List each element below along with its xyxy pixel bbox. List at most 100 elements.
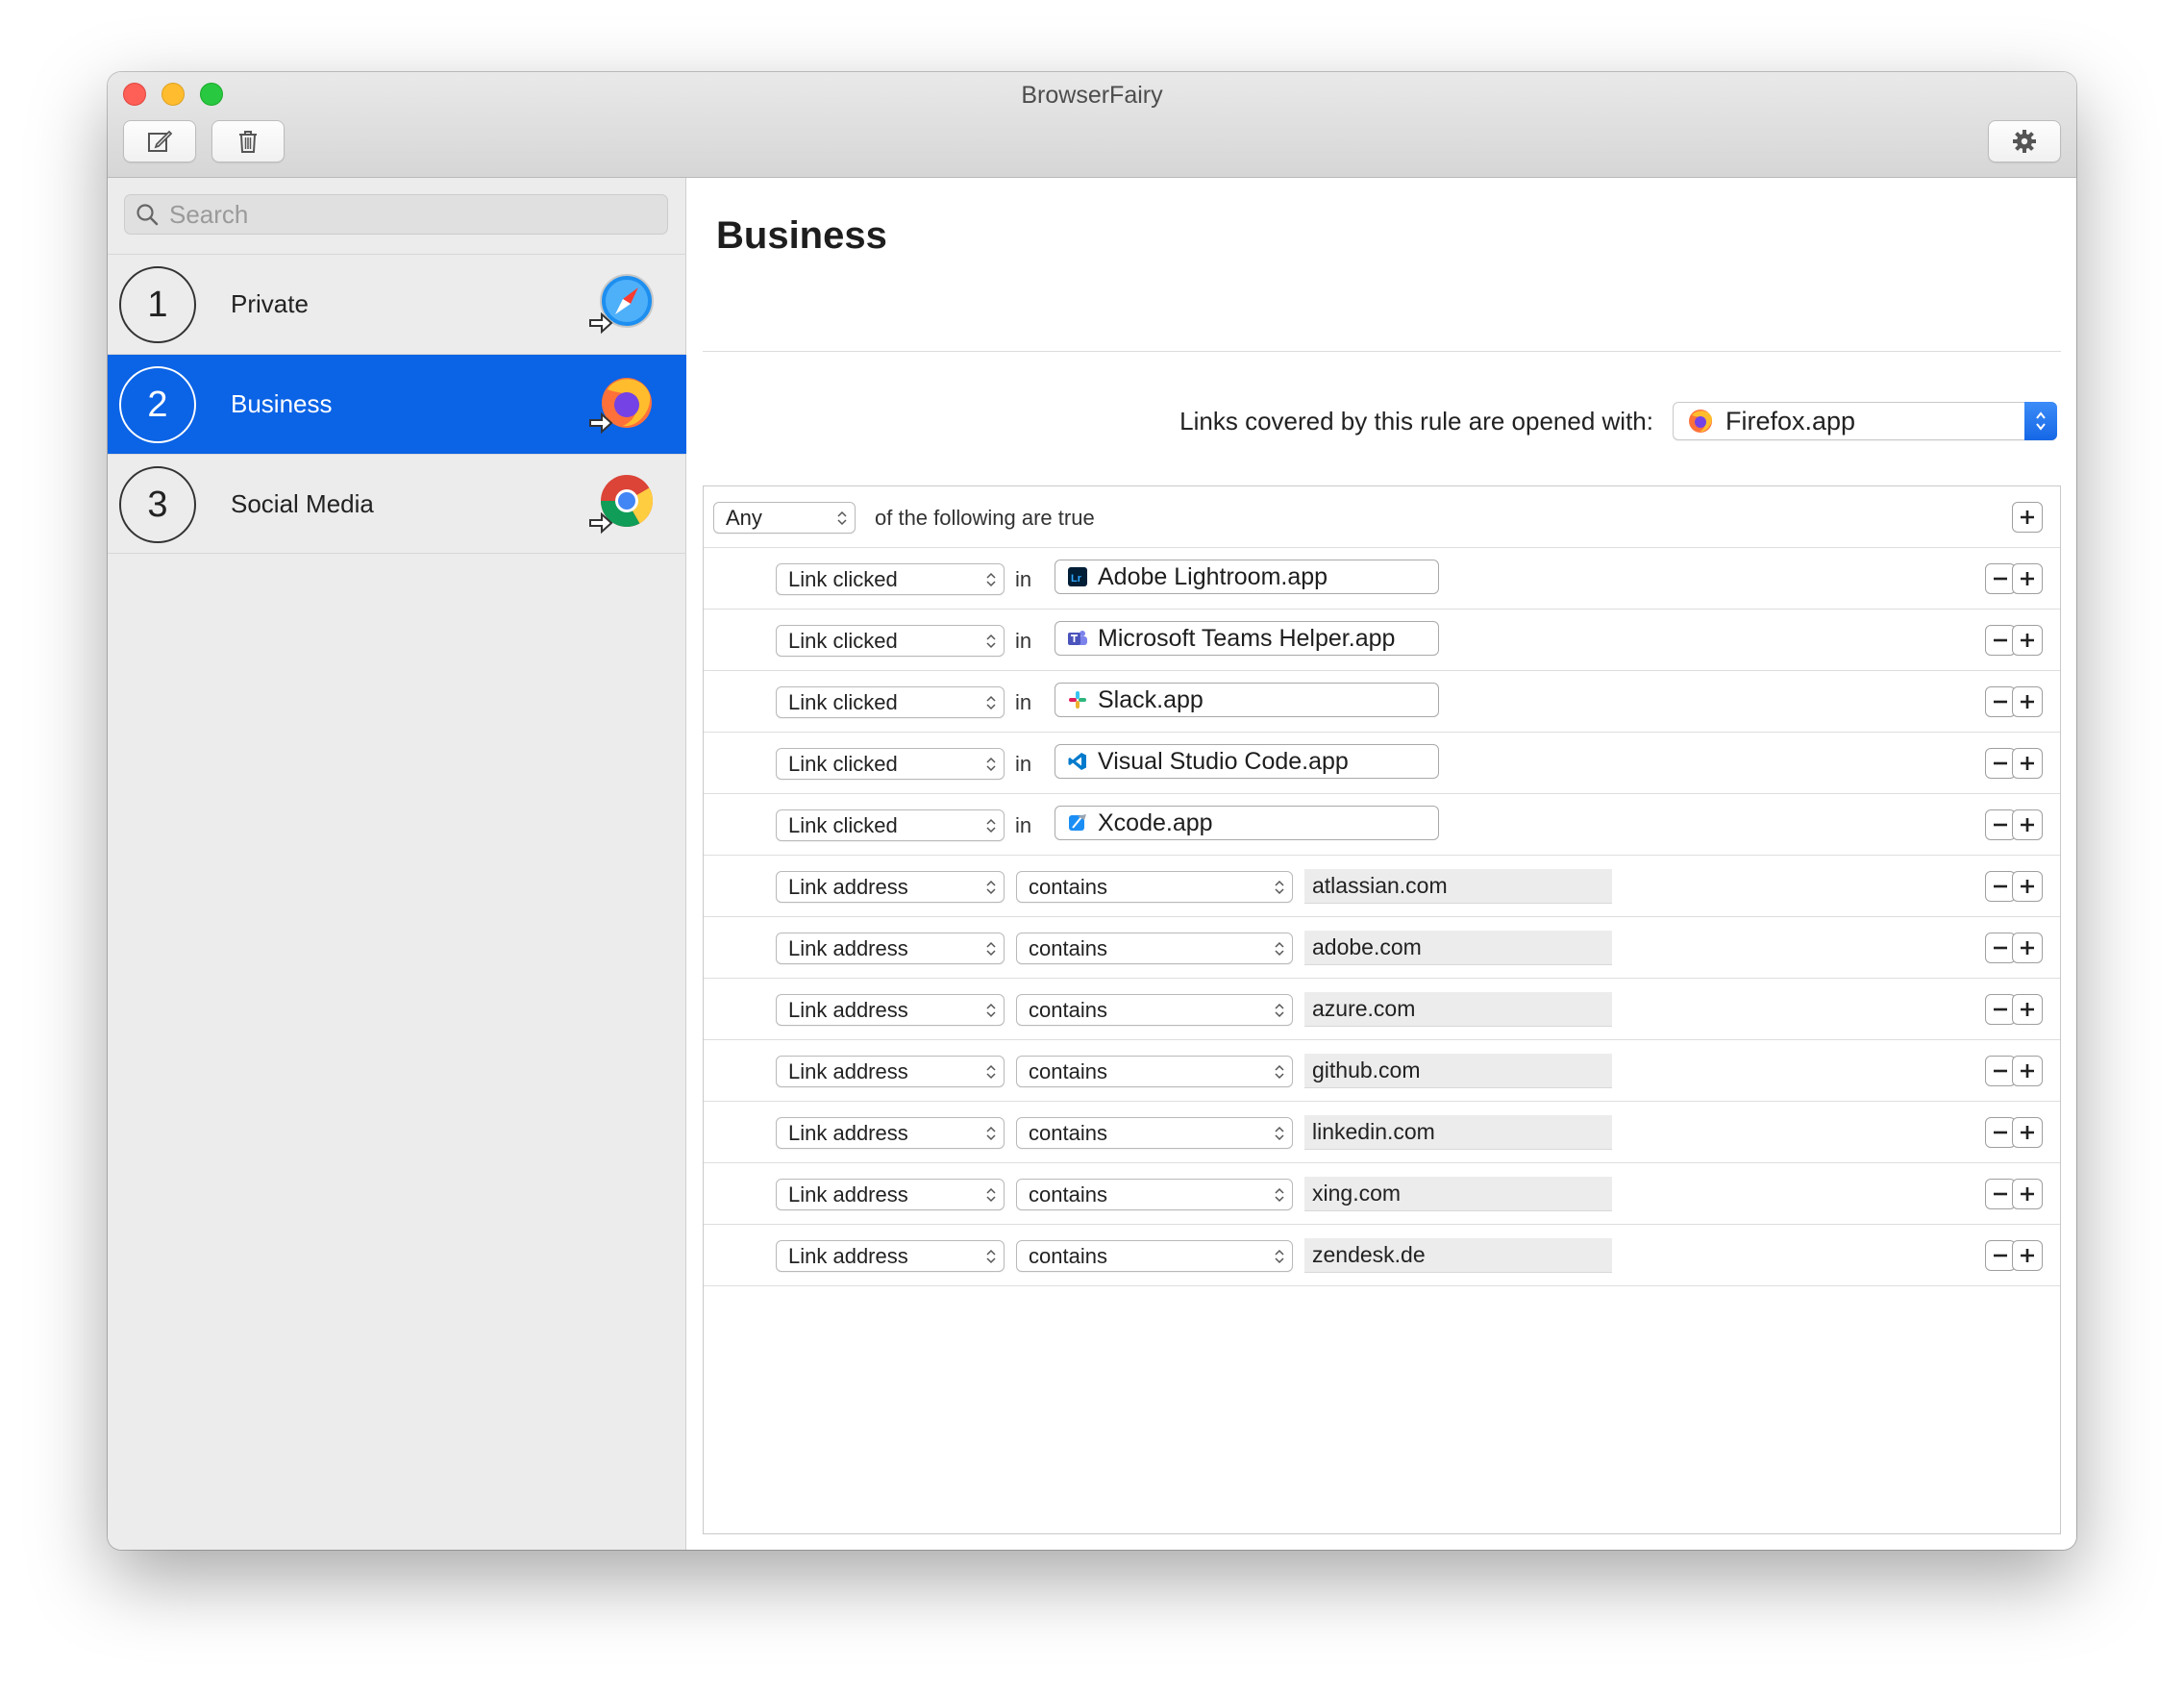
app-name: Slack.app — [1098, 685, 1204, 713]
new-rule-button[interactable] — [123, 120, 196, 162]
plus-icon — [2021, 757, 2034, 770]
rule-number-badge: 3 — [119, 466, 196, 543]
app-picker[interactable]: Lr Adobe Lightroom.app — [1055, 560, 1439, 594]
opened-with-label: Links covered by this rule are opened wi… — [1179, 407, 1653, 435]
condition-kind-value: Link clicked — [788, 812, 898, 837]
settings-button[interactable] — [1988, 120, 2061, 162]
slack-icon — [1069, 691, 1086, 709]
condition-kind-popup[interactable]: Link address — [776, 1179, 1005, 1210]
minus-icon — [1994, 1192, 2007, 1196]
chevron-updown-icon — [986, 695, 996, 710]
condition-kind-popup[interactable]: Link clicked — [776, 563, 1005, 595]
add-condition-button[interactable] — [2012, 686, 2043, 717]
add-condition-button[interactable] — [2012, 871, 2043, 902]
condition-operator-value: contains — [1029, 1120, 1107, 1145]
condition-row: Link clicked in Xcode.app — [704, 794, 2060, 856]
plus-icon — [2021, 695, 2034, 709]
svg-text:Lr: Lr — [1071, 573, 1082, 585]
condition-value-input[interactable] — [1304, 1115, 1612, 1150]
condition-operator-popup[interactable]: contains — [1016, 1179, 1293, 1210]
condition-kind-value: Link address — [788, 1120, 908, 1145]
chevron-updown-icon — [837, 510, 847, 526]
condition-value-input[interactable] — [1304, 992, 1612, 1027]
condition-value-input[interactable] — [1304, 1177, 1612, 1211]
condition-operator-value: contains — [1029, 1058, 1107, 1083]
add-condition-button[interactable] — [2012, 1117, 2043, 1148]
condition-operator-popup[interactable]: contains — [1016, 1117, 1293, 1149]
condition-row: Link clicked in Visual Studio Code.app — [704, 733, 2060, 794]
condition-kind-popup[interactable]: Link address — [776, 1117, 1005, 1149]
add-condition-button[interactable] — [2012, 809, 2043, 840]
add-condition-button[interactable] — [2012, 1179, 2043, 1209]
condition-row: Link address contains — [704, 1040, 2060, 1102]
minus-icon — [1994, 1069, 2007, 1073]
condition-operator-popup[interactable]: contains — [1016, 1056, 1293, 1087]
search-field[interactable] — [124, 194, 668, 235]
chevron-updown-icon — [986, 757, 996, 772]
condition-row: Link clicked in Microsoft Teams Helper.a… — [704, 610, 2060, 671]
rule-item-social-media[interactable]: 3 Social Media — [108, 454, 686, 554]
condition-kind-value: Link clicked — [788, 689, 898, 714]
condition-kind-value: Link address — [788, 1182, 908, 1207]
condition-operator-value: contains — [1029, 997, 1107, 1022]
sidebar: 1 Private 2 Business — [108, 178, 686, 1550]
condition-value-input[interactable] — [1304, 1238, 1612, 1273]
condition-kind-popup[interactable]: Link address — [776, 994, 1005, 1026]
search-input[interactable] — [169, 199, 650, 230]
add-condition-button[interactable] — [2012, 748, 2043, 779]
match-mode-popup[interactable]: Any — [713, 502, 856, 534]
add-condition-button[interactable] — [2012, 1056, 2043, 1086]
add-condition-button[interactable] — [2012, 563, 2043, 594]
condition-operator-popup[interactable]: contains — [1016, 994, 1293, 1026]
condition-value-input[interactable] — [1304, 869, 1612, 904]
app-picker[interactable]: Visual Studio Code.app — [1055, 744, 1439, 779]
chevron-updown-icon — [1275, 880, 1284, 895]
app-picker[interactable]: Microsoft Teams Helper.app — [1055, 621, 1439, 656]
add-condition-button[interactable] — [2012, 625, 2043, 656]
condition-operator-value: contains — [1029, 874, 1107, 899]
app-picker[interactable]: Xcode.app — [1055, 806, 1439, 840]
app-window: BrowserFairy Search 1 Private 2 Business… — [108, 72, 2076, 1550]
in-label: in — [1015, 813, 1032, 837]
condition-kind-popup[interactable]: Link address — [776, 871, 1005, 903]
chevron-updown-icon — [986, 1064, 996, 1080]
condition-kind-popup[interactable]: Link address — [776, 1056, 1005, 1087]
condition-operator-popup[interactable]: contains — [1016, 1240, 1293, 1272]
add-condition-button[interactable] — [2012, 502, 2043, 533]
condition-kind-popup[interactable]: Link clicked — [776, 809, 1005, 841]
browser-select-value: Firefox.app — [1725, 406, 1856, 435]
condition-kind-popup[interactable]: Link address — [776, 1240, 1005, 1272]
compose-icon — [148, 130, 173, 152]
plus-icon — [2021, 634, 2034, 647]
condition-operator-popup[interactable]: contains — [1016, 871, 1293, 903]
condition-operator-popup[interactable]: contains — [1016, 933, 1293, 964]
plus-icon — [2021, 818, 2034, 832]
plus-icon — [2021, 572, 2034, 585]
rule-item-private[interactable]: 1 Private — [108, 254, 686, 354]
condition-kind-popup[interactable]: Link clicked — [776, 625, 1005, 657]
add-condition-button[interactable] — [2012, 933, 2043, 963]
chevron-updown-icon — [1275, 941, 1284, 957]
add-condition-button[interactable] — [2012, 994, 2043, 1025]
predicate-editor: Any of the following are true Link click… — [703, 485, 2061, 1534]
condition-kind-popup[interactable]: Link address — [776, 933, 1005, 964]
plus-icon — [2021, 1126, 2034, 1139]
rule-number-badge: 2 — [119, 366, 196, 443]
condition-kind-popup[interactable]: Link clicked — [776, 748, 1005, 780]
minus-icon — [1994, 884, 2007, 888]
condition-value-input[interactable] — [1304, 1054, 1612, 1088]
title-bar: BrowserFairy — [108, 72, 2076, 178]
chevron-updown-icon — [986, 634, 996, 649]
page-title: Business — [716, 214, 887, 257]
gear-icon — [2013, 130, 2036, 153]
plus-icon — [2021, 1187, 2034, 1201]
add-condition-button[interactable] — [2012, 1240, 2043, 1271]
condition-kind-popup[interactable]: Link clicked — [776, 686, 1005, 718]
plus-icon — [2021, 880, 2034, 893]
search-icon — [136, 204, 159, 226]
rule-item-business[interactable]: 2 Business — [108, 354, 686, 454]
app-picker[interactable]: Slack.app — [1055, 683, 1439, 717]
delete-rule-button[interactable] — [211, 120, 285, 162]
browser-select[interactable]: Firefox.app — [1673, 402, 2057, 440]
condition-value-input[interactable] — [1304, 931, 1612, 965]
